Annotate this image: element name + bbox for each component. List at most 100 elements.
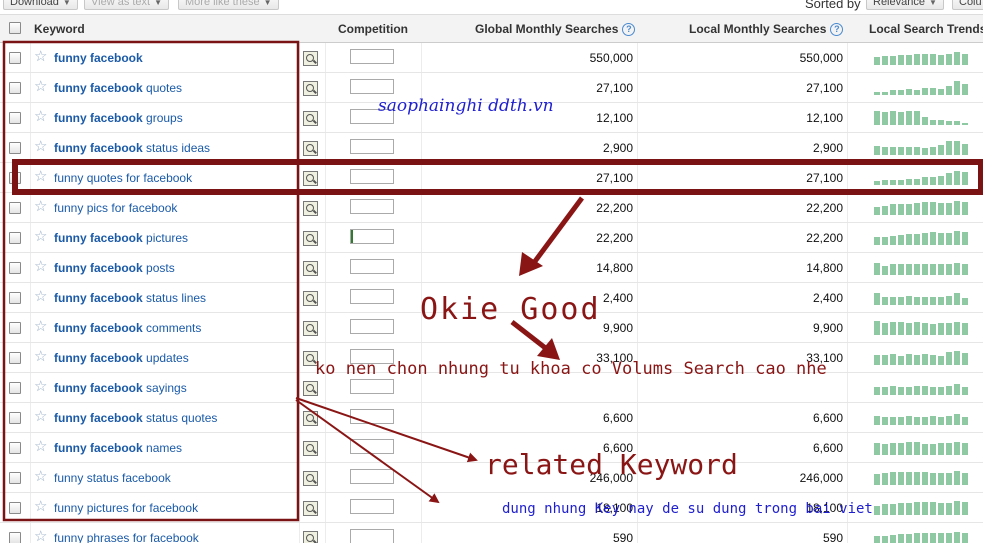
view-as-text-button[interactable]: View as text ▼ — [84, 0, 170, 10]
keyword-link[interactable]: funny facebook pictures — [54, 231, 188, 245]
magnifier-icon[interactable] — [303, 171, 318, 186]
keyword-link[interactable]: funny phrases for facebook — [54, 531, 199, 543]
magnifier-icon[interactable] — [303, 231, 318, 246]
sort-select[interactable]: Relevance ▼ — [866, 0, 944, 10]
star-icon[interactable]: ☆ — [34, 438, 47, 456]
star-icon[interactable]: ☆ — [34, 378, 47, 396]
magnifier-icon[interactable] — [303, 441, 318, 456]
global-searches-column-header[interactable]: Global Monthly Searches? — [475, 15, 636, 43]
star-icon[interactable]: ☆ — [34, 108, 47, 126]
keyword-link[interactable]: funny facebook status ideas — [54, 141, 210, 155]
star-icon[interactable]: ☆ — [34, 498, 47, 516]
row-checkbox[interactable] — [9, 292, 21, 304]
select-all-checkbox[interactable] — [9, 22, 21, 34]
competition-column-header[interactable]: Competition — [338, 15, 408, 43]
row-checkbox[interactable] — [9, 472, 21, 484]
star-icon[interactable]: ☆ — [34, 468, 47, 486]
trend-bar — [962, 298, 968, 305]
star-icon[interactable]: ☆ — [34, 318, 47, 336]
row-checkbox[interactable] — [9, 442, 21, 454]
trend-bar — [882, 206, 888, 215]
row-checkbox[interactable] — [9, 142, 21, 154]
row-checkbox[interactable] — [9, 262, 21, 274]
keyword-column-header[interactable]: Keyword — [34, 15, 85, 43]
keyword-link[interactable]: funny facebook comments — [54, 321, 201, 335]
keyword-link[interactable]: funny facebook updates — [54, 351, 189, 365]
star-icon[interactable]: ☆ — [34, 288, 47, 306]
more-like-these-button[interactable]: More like these ▼ — [178, 0, 279, 10]
row-checkbox[interactable] — [9, 502, 21, 514]
keyword-link[interactable]: funny facebook status quotes — [54, 411, 217, 425]
star-icon[interactable]: ☆ — [34, 168, 47, 186]
keyword-link[interactable]: funny status facebook — [54, 471, 171, 485]
trend-bar — [930, 88, 936, 95]
trend-bar — [930, 264, 936, 275]
keyword-link[interactable]: funny quotes for facebook — [54, 171, 192, 185]
magnifier-icon[interactable] — [303, 501, 318, 516]
row-checkbox[interactable] — [9, 352, 21, 364]
column-divider — [847, 253, 848, 282]
keyword-link[interactable]: funny pics for facebook — [54, 201, 177, 215]
star-icon[interactable]: ☆ — [34, 198, 47, 216]
trend-bar — [962, 533, 968, 543]
row-checkbox[interactable] — [9, 82, 21, 94]
trend-bar — [954, 532, 960, 543]
star-icon[interactable]: ☆ — [34, 138, 47, 156]
row-checkbox[interactable] — [9, 412, 21, 424]
row-checkbox[interactable] — [9, 532, 21, 543]
columns-button[interactable]: Colu — [952, 0, 983, 10]
star-icon[interactable]: ☆ — [34, 528, 47, 543]
keyword-link[interactable]: funny facebook — [54, 51, 143, 65]
column-divider — [299, 133, 300, 162]
magnifier-icon[interactable] — [303, 471, 318, 486]
global-searches-value: 12,100 — [596, 111, 633, 125]
keyword-link[interactable]: funny facebook quotes — [54, 81, 182, 95]
keyword-link[interactable]: funny facebook status lines — [54, 291, 206, 305]
star-icon[interactable]: ☆ — [34, 258, 47, 276]
trend-bar — [930, 444, 936, 455]
help-icon[interactable]: ? — [830, 23, 844, 37]
magnifier-icon[interactable] — [303, 321, 318, 336]
local-searches-value: 550,000 — [799, 51, 843, 65]
trend-bar — [938, 356, 944, 365]
row-checkbox[interactable] — [9, 202, 21, 214]
row-checkbox[interactable] — [9, 52, 21, 64]
row-checkbox[interactable] — [9, 172, 21, 184]
local-searches-column-header[interactable]: Local Monthly Searches? — [689, 15, 844, 43]
star-icon[interactable]: ☆ — [34, 348, 47, 366]
keyword-link[interactable]: funny facebook sayings — [54, 381, 187, 395]
magnifier-icon[interactable] — [303, 381, 318, 396]
magnifier-icon[interactable] — [303, 81, 318, 96]
magnifier-icon[interactable] — [303, 141, 318, 156]
row-checkbox[interactable] — [9, 232, 21, 244]
star-icon[interactable]: ☆ — [34, 78, 47, 96]
trend-bar — [922, 323, 928, 335]
keyword-link[interactable]: funny facebook posts — [54, 261, 175, 275]
star-icon[interactable]: ☆ — [34, 48, 47, 66]
column-divider — [299, 193, 300, 222]
magnifier-icon[interactable] — [303, 201, 318, 216]
magnifier-icon[interactable] — [303, 261, 318, 276]
keyword-link[interactable]: funny facebook groups — [54, 111, 183, 125]
row-checkbox[interactable] — [9, 112, 21, 124]
trend-bar — [890, 111, 896, 125]
star-icon[interactable]: ☆ — [34, 228, 47, 246]
trends-column-header[interactable]: Local Search Trends — [869, 15, 983, 43]
star-icon[interactable]: ☆ — [34, 408, 47, 426]
magnifier-icon[interactable] — [303, 411, 318, 426]
column-divider — [847, 43, 848, 72]
help-icon[interactable]: ? — [622, 23, 636, 37]
row-checkbox[interactable] — [9, 322, 21, 334]
trend-bar — [922, 233, 928, 245]
magnifier-icon[interactable] — [303, 111, 318, 126]
trend-bar — [882, 112, 888, 125]
column-divider — [325, 433, 326, 462]
magnifier-icon[interactable] — [303, 291, 318, 306]
magnifier-icon[interactable] — [303, 51, 318, 66]
download-button[interactable]: Download ▼ — [3, 0, 78, 10]
trend-chart — [874, 439, 974, 455]
keyword-link[interactable]: funny pictures for facebook — [54, 501, 198, 515]
keyword-link[interactable]: funny facebook names — [54, 441, 182, 455]
row-checkbox[interactable] — [9, 382, 21, 394]
magnifier-icon[interactable] — [303, 531, 318, 543]
